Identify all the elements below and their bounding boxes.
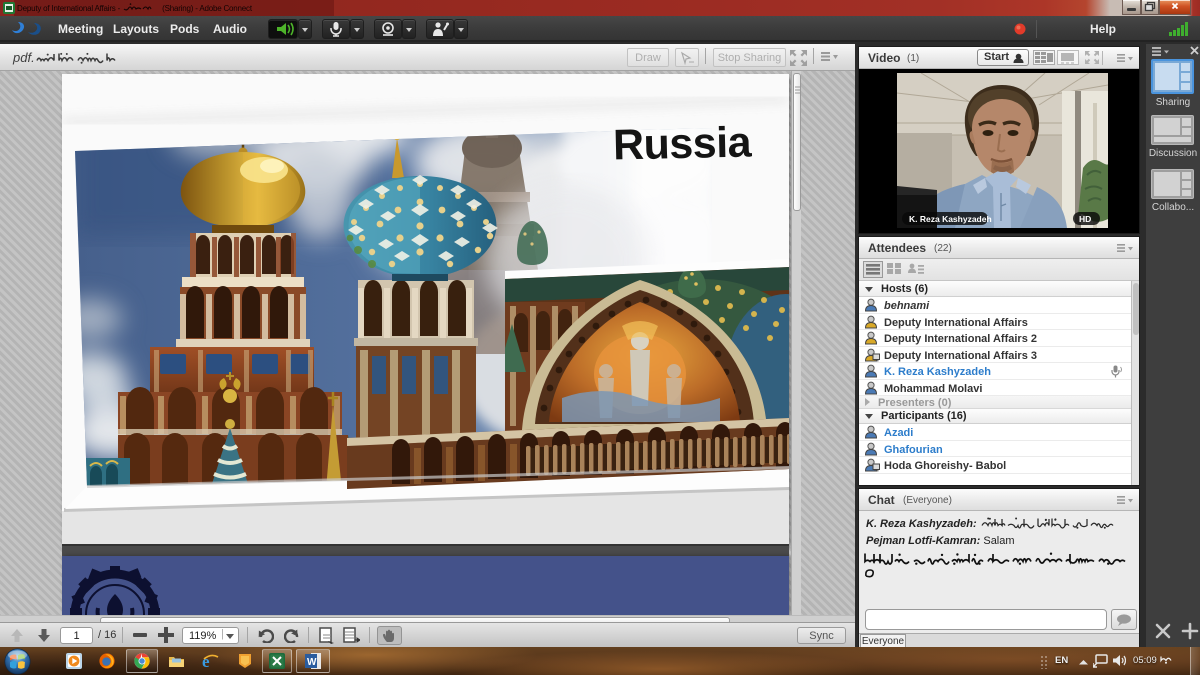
svg-text:K. Reza Kashyzadeh: K. Reza Kashyzadeh [909,214,992,224]
svg-text:HD: HD [1079,214,1091,224]
svg-text:Russia: Russia [612,118,753,169]
svg-text:e: e [202,652,210,670]
svg-text:W: W [307,657,317,668]
